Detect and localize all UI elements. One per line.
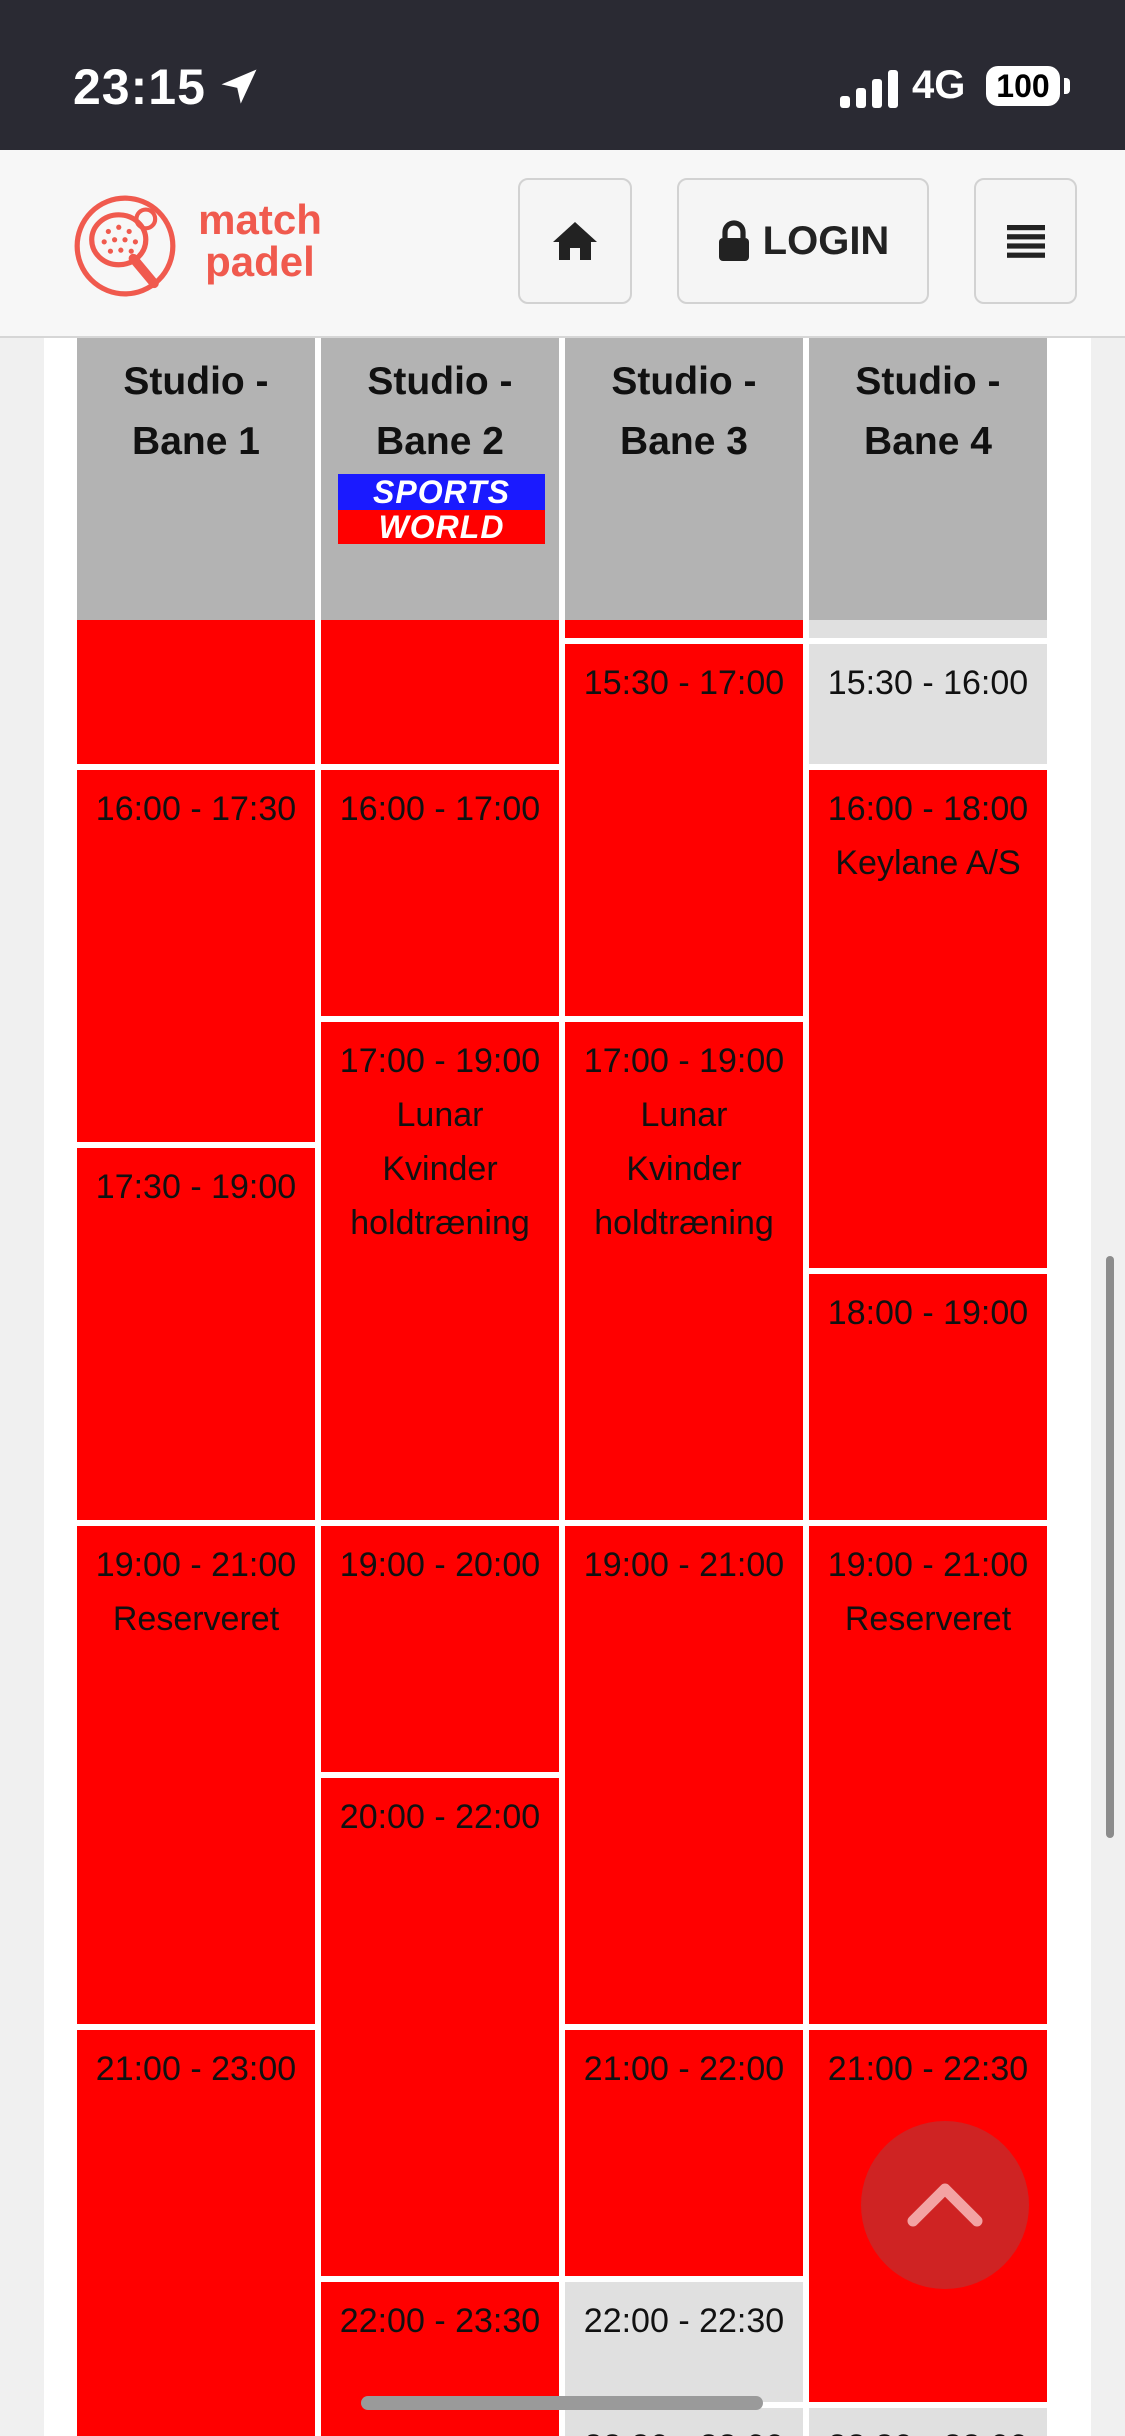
battery-tip <box>1064 78 1070 94</box>
slot-note: holdtræning <box>594 1204 774 1242</box>
booking-slot[interactable]: 21:00 - 23:00 <box>77 2030 315 2436</box>
slot-time: 16:00 - 17:00 <box>339 790 541 828</box>
home-indicator <box>361 2396 763 2410</box>
slot-note: Reserveret <box>112 1600 280 1638</box>
booking-slot[interactable]: 17:00 - 19:00 Lunar Kvinder holdtræning <box>565 1022 803 1520</box>
booking-slot[interactable] <box>321 620 559 764</box>
booking-slot[interactable]: 18:00 - 19:00 <box>809 1274 1047 1520</box>
signal-icon <box>840 66 900 108</box>
slot-time: 22:30 - 23:00 <box>565 2420 803 2436</box>
slot-note: Kvinder <box>382 1150 498 1188</box>
logo-line-1: match <box>198 196 322 243</box>
slot-note: Reserveret <box>844 1600 1012 1638</box>
sports-world-sponsor-logo: SPORTS WORLD <box>338 474 545 544</box>
slot-note: Kvinder <box>626 1150 742 1188</box>
free-slot[interactable]: 15:30 - 16:00 <box>809 644 1047 764</box>
slot-time: 15:30 - 16:00 <box>827 664 1029 702</box>
court-header-4: Studio - Bane 4 <box>809 338 1047 620</box>
slot-time: 21:00 - 22:30 <box>827 2050 1029 2088</box>
booking-slot[interactable]: 21:00 - 22:00 <box>565 2030 803 2276</box>
booking-slot[interactable]: 19:00 - 20:00 <box>321 1526 559 1772</box>
booking-slot[interactable]: 15:30 - 17:00 <box>565 644 803 1016</box>
free-slot[interactable]: 22:30 - 23:00 <box>809 2408 1047 2436</box>
booking-slot[interactable]: 16:00 - 17:30 <box>77 770 315 1142</box>
status-time: 23:15 <box>73 59 206 115</box>
slot-time: 17:30 - 19:00 <box>95 1168 297 1206</box>
location-arrow-icon <box>221 69 257 104</box>
slot-time: 19:00 - 20:00 <box>339 1546 541 1584</box>
court-header-3: Studio - Bane 3 <box>565 338 803 620</box>
booking-slot[interactable]: 20:00 - 22:00 <box>321 1778 559 2276</box>
free-slot[interactable] <box>809 620 1047 638</box>
home-icon <box>553 222 597 260</box>
match-padel-logo[interactable]: match padel <box>73 191 333 301</box>
padel-racket-logo-icon <box>74 195 176 297</box>
slot-time: 15:30 - 17:00 <box>583 664 785 702</box>
home-button[interactable] <box>518 178 632 304</box>
login-button[interactable]: LOGIN <box>677 178 929 304</box>
free-slot[interactable]: 22:30 - 23:00 <box>565 2408 803 2436</box>
slot-time: 16:00 - 17:30 <box>95 790 297 828</box>
slot-note: Keylane A/S <box>835 844 1021 882</box>
free-slot[interactable]: 22:00 - 22:30 <box>565 2282 803 2402</box>
slot-time: 16:00 - 18:00 <box>827 790 1029 828</box>
slot-time: 17:00 - 19:00 <box>583 1042 785 1080</box>
court-subtitle: Bane 4 <box>864 420 992 463</box>
court-title: Studio - <box>855 360 1001 403</box>
slot-time: 21:00 - 23:00 <box>95 2050 297 2088</box>
slot-time: 22:30 - 23:00 <box>809 2420 1047 2436</box>
logo-line-2: padel <box>205 238 315 285</box>
scroll-to-top-button[interactable] <box>861 2121 1029 2289</box>
court-title: Studio - <box>123 360 269 403</box>
sponsor-line-1: SPORTS <box>338 474 545 510</box>
hamburger-menu-icon <box>1006 225 1045 258</box>
login-label: LOGIN <box>762 218 890 263</box>
booking-slot[interactable] <box>565 620 803 638</box>
booking-slot[interactable]: 19:00 - 21:00 Reserveret <box>77 1526 315 2024</box>
slot-time: 19:00 - 21:00 <box>827 1546 1029 1584</box>
slot-time: 20:00 - 22:00 <box>339 1798 541 1836</box>
court-header-2: Studio - Bane 2 SPORTS WORLD <box>321 338 559 620</box>
court-header-1: Studio - Bane 1 <box>77 338 315 620</box>
menu-button[interactable] <box>974 178 1077 304</box>
slot-time: 17:00 - 19:00 <box>339 1042 541 1080</box>
battery-icon: 100 <box>986 66 1060 106</box>
slot-time: 18:00 - 19:00 <box>827 1294 1029 1332</box>
app-header: match padel LOGIN <box>0 150 1125 338</box>
slot-time: 21:00 - 22:00 <box>583 2050 785 2088</box>
logo-wordmark: match padel <box>185 199 335 283</box>
booking-slot[interactable]: 16:00 - 18:00 Keylane A/S <box>809 770 1047 1268</box>
slot-time: 19:00 - 21:00 <box>583 1546 785 1584</box>
booking-slot[interactable]: 17:00 - 19:00 Lunar Kvinder holdtræning <box>321 1022 559 1520</box>
slot-note: Lunar <box>640 1096 728 1134</box>
slot-note: Lunar <box>396 1096 484 1134</box>
chevron-up-icon <box>907 2183 983 2227</box>
page-scrollbar[interactable] <box>1106 1256 1114 1838</box>
court-title: Studio - <box>367 360 513 403</box>
booking-slot[interactable] <box>77 620 315 764</box>
booking-slot[interactable]: 16:00 - 17:00 <box>321 770 559 1016</box>
slot-time: 19:00 - 21:00 <box>95 1546 297 1584</box>
lock-icon <box>718 220 749 261</box>
booking-slot[interactable]: 19:00 - 21:00 Reserveret <box>809 1526 1047 2024</box>
status-bar: 23:15 4G 100 <box>0 0 1125 150</box>
slot-time: 22:00 - 22:30 <box>583 2302 785 2340</box>
slot-note: holdtræning <box>350 1204 530 1242</box>
sponsor-line-2: WORLD <box>338 510 545 544</box>
booking-slot[interactable]: 17:30 - 19:00 <box>77 1148 315 1520</box>
court-subtitle: Bane 3 <box>620 420 748 463</box>
court-subtitle: Bane 1 <box>132 420 260 463</box>
booking-slot[interactable]: 22:00 - 23:30 <box>321 2282 559 2436</box>
court-subtitle: Bane 2 <box>376 420 504 463</box>
booking-slot[interactable]: 19:00 - 21:00 <box>565 1526 803 2024</box>
slot-time: 22:00 - 23:30 <box>339 2302 541 2340</box>
court-title: Studio - <box>611 360 757 403</box>
network-type: 4G <box>912 63 966 107</box>
